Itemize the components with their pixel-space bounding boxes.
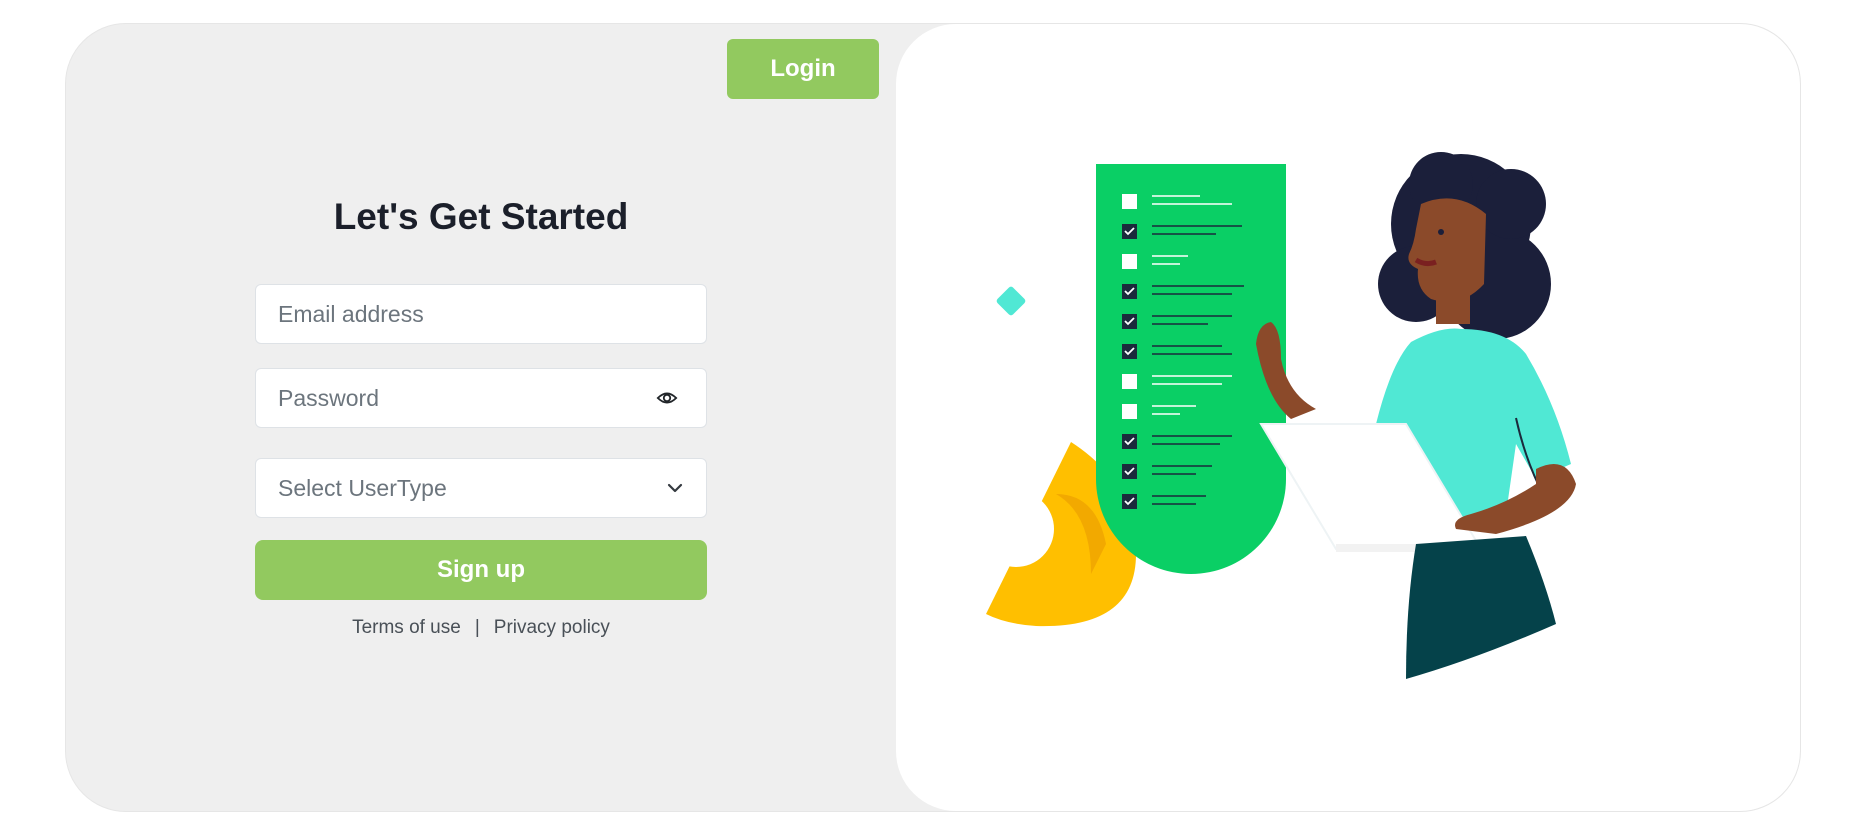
- password-field[interactable]: [278, 369, 638, 427]
- login-button[interactable]: Login: [727, 39, 879, 99]
- footer-links: Terms of use | Privacy policy: [255, 617, 707, 639]
- email-field[interactable]: [278, 285, 638, 343]
- chevron-down-icon: [666, 481, 684, 495]
- illustration-panel: [896, 24, 1800, 811]
- signup-form: Let's Get Started Select UserType Sign u…: [255, 189, 707, 638]
- eye-icon[interactable]: [656, 387, 678, 409]
- signup-button[interactable]: Sign up: [255, 540, 707, 600]
- usertype-select-value: Select UserType: [278, 475, 447, 501]
- page-title: Let's Get Started: [333, 196, 629, 237]
- person-skirt: [1406, 536, 1556, 679]
- email-field-wrapper: [255, 284, 707, 344]
- auth-card: Login Let's Get Started Select UserType: [66, 24, 1800, 811]
- link-separator: |: [474, 617, 480, 638]
- signup-illustration: [978, 152, 1576, 679]
- privacy-link[interactable]: Privacy policy: [494, 617, 610, 638]
- terms-link[interactable]: Terms of use: [352, 617, 461, 638]
- decorative-diamond: [996, 286, 1026, 316]
- password-field-wrapper: [255, 368, 707, 428]
- usertype-select[interactable]: Select UserType: [255, 458, 707, 518]
